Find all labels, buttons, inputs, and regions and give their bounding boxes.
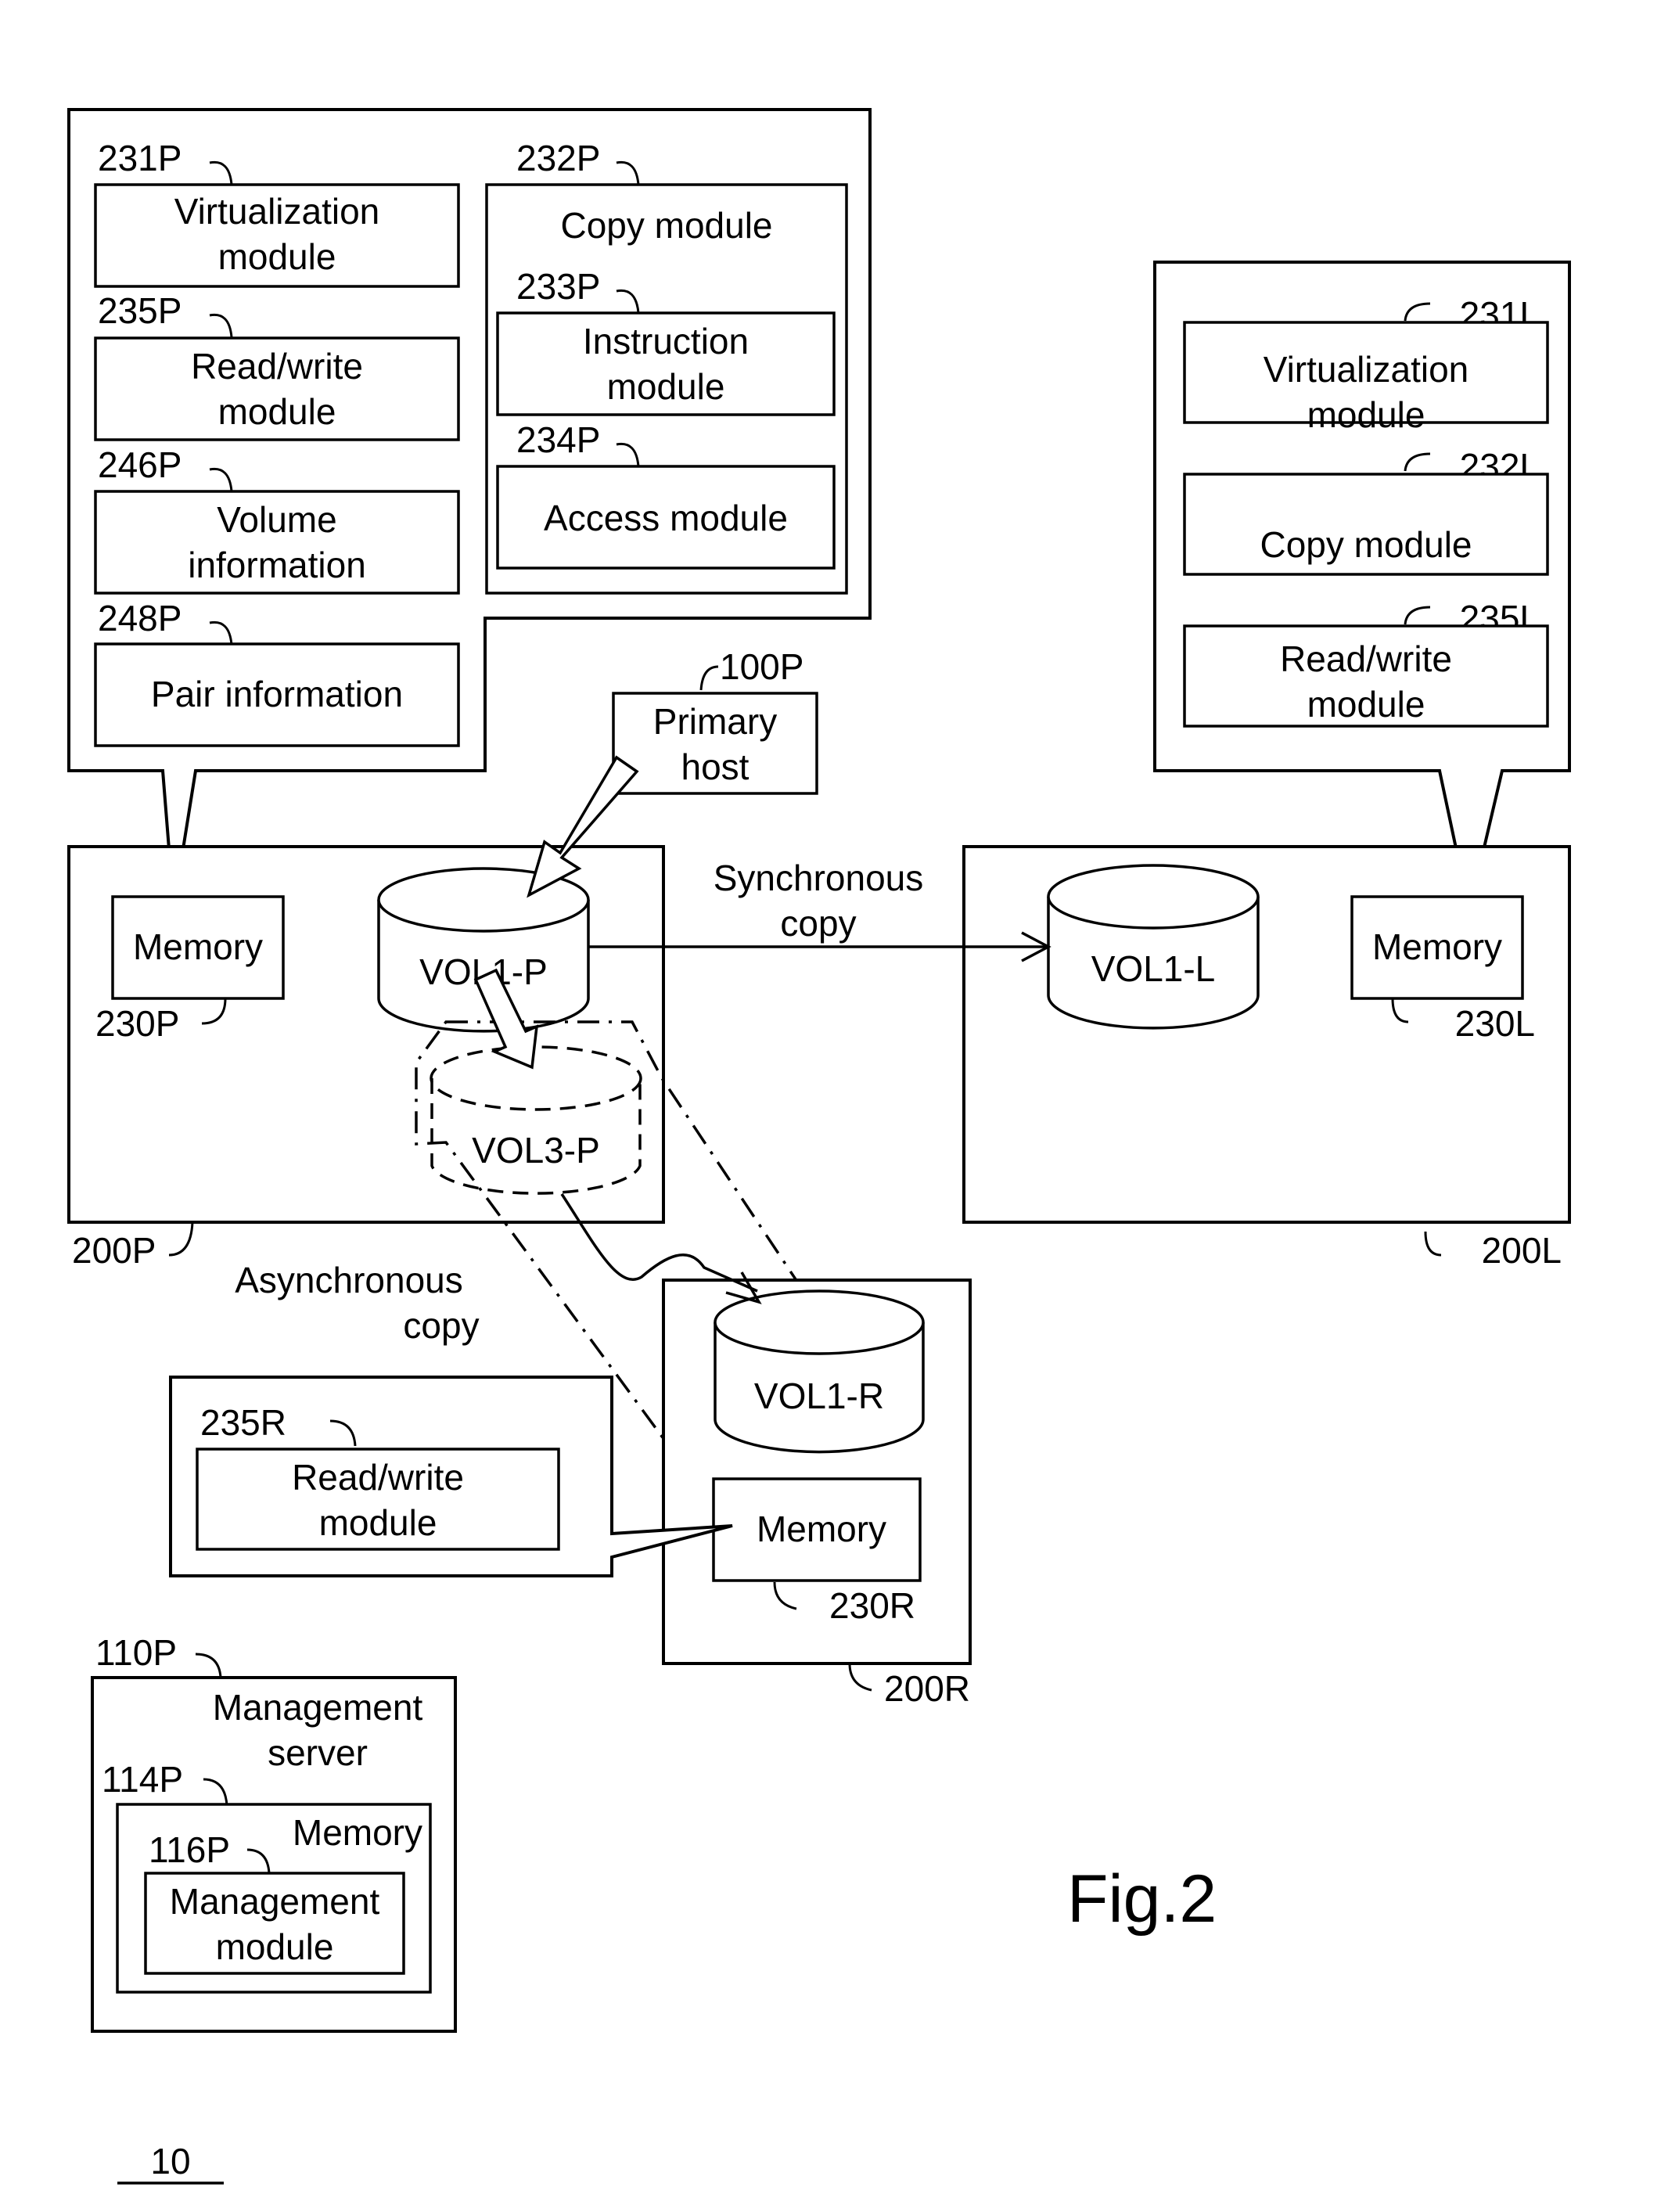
module-label: module [1307,394,1425,435]
ref-label: 230L [1455,1003,1535,1044]
volume-vol1-p: VOL1-P [377,867,590,1033]
ref-label: 110P [95,1632,177,1673]
volume-label: VOL1-L [1091,948,1216,989]
sync-copy-label: copy [780,903,856,944]
cylinder-top [714,1289,925,1355]
remote-memory-callout: 235R Read/write module [169,1376,733,1577]
storage-remote: 200R VOL1-R Memory 230R [662,1279,972,1709]
leader-line [1424,1231,1442,1257]
leader-line [699,665,719,691]
module-label: Pair information [151,674,403,714]
ref-label: 114P [102,1759,183,1800]
ref-label: 235P [98,290,182,331]
ref-label: 230P [95,1003,179,1044]
ref-label: 100P [720,646,803,687]
ref-label: 200P [72,1230,156,1271]
async-copy-label: copy [403,1305,479,1346]
leader-line [195,1653,222,1678]
ref-label: 116P [149,1829,230,1870]
volume-vol1-l: VOL1-L [1047,864,1260,1030]
module-label: module [319,1502,437,1543]
module-label: information [188,545,366,585]
management-server: 110P Management server 114P Memory 116P … [91,1632,457,2033]
module-label: module [216,1926,334,1967]
volume-vol1-r: VOL1-R [714,1289,925,1454]
local-memory-callout: 231L Virtualization module 232L Copy mod… [1153,261,1571,912]
module-label: Read/write [292,1457,464,1498]
module-label: module [218,391,336,432]
volume-label: VOL1-R [754,1376,884,1416]
leader-line [848,1663,872,1692]
leader-line [168,1221,194,1257]
figure-title: Fig.2 [1067,1861,1217,1937]
host-label: host [681,746,750,787]
memory-label: Memory [293,1812,422,1853]
volume-label: VOL3-P [472,1130,600,1171]
ref-label: 234P [516,419,600,460]
server-label: Management [213,1687,423,1728]
memory-label: Memory [757,1509,886,1549]
memory-label: Memory [1372,926,1502,967]
module-label: module [1307,684,1425,725]
memory-label: Memory [133,926,263,967]
module-label: Instruction [583,321,749,361]
module-label: Management [170,1881,380,1922]
module-label: module [218,236,336,277]
ref-label: 246P [98,444,182,485]
architecture-diagram: 231P Virtualization module 235P Read/wri… [67,108,1571,2185]
ref-label: 248P [98,598,182,638]
module-label: Read/write [1280,638,1452,679]
ref-label: 200R [884,1668,970,1709]
module-label: Virtualization [174,191,380,232]
cylinder-top [1047,864,1260,930]
ref-label: 233P [516,266,600,307]
server-label: server [268,1732,368,1773]
module-label: Access module [544,498,788,538]
storage-local: 200L VOL1-L Memory 230L [962,845,1571,1271]
system-ref-label: 10 [150,2141,190,2181]
module-label: module [607,366,725,407]
ref-label: 200L [1482,1230,1562,1271]
ref-label: 230R [829,1585,915,1626]
ref-label: 231P [98,138,182,178]
module-label: Copy module [1260,524,1472,565]
host-label: Primary [653,701,777,742]
sync-copy-label: Synchronous [714,858,924,898]
module-label: Volume [217,499,336,540]
ref-label: 235R [200,1402,286,1443]
module-label: Read/write [191,346,363,387]
module-label: Virtualization [1264,349,1469,390]
primary-host: 100P Primary host [612,646,818,795]
ref-label: 232P [516,138,600,178]
module-label: Copy module [560,205,772,246]
async-copy-label: Asynchronous [235,1260,463,1300]
